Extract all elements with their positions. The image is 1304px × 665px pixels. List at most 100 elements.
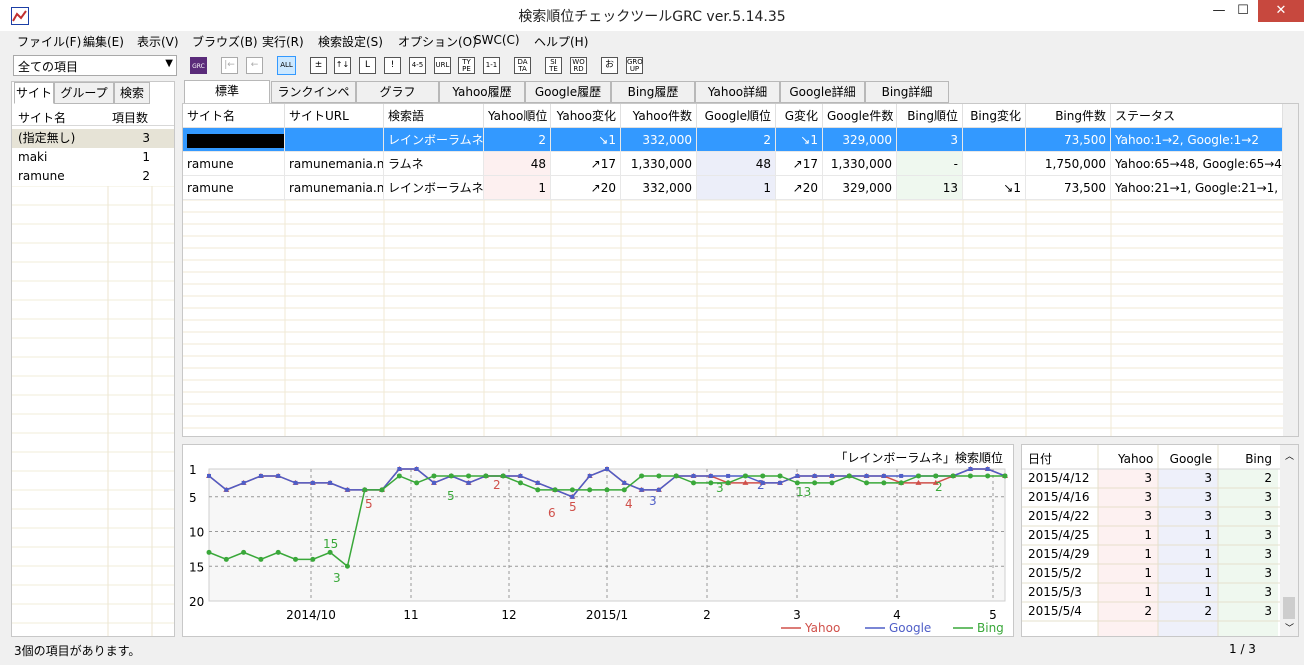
filter-select-value: 全ての項目: [18, 60, 79, 74]
data-point-bing: [275, 549, 281, 555]
column-google-rank[interactable]: Google順位: [697, 104, 776, 128]
y-tick-label: 1: [189, 463, 197, 477]
table-scrollbar[interactable]: [1283, 104, 1298, 436]
data-button[interactable]: DA TA: [514, 57, 531, 74]
column-yahoo-change[interactable]: Yahoo変化: [551, 104, 621, 128]
data-point-bing: [552, 487, 558, 493]
data-label: 4: [625, 497, 633, 511]
all-button[interactable]: ALL: [277, 56, 296, 75]
first-button[interactable]: |←: [221, 57, 238, 74]
alert-button[interactable]: !: [384, 57, 401, 74]
history-cell: 2: [1264, 471, 1272, 485]
one-one-button[interactable]: 1-1: [483, 57, 500, 74]
data-point-google: [985, 467, 990, 471]
history-cell: 1: [1204, 566, 1212, 580]
data-point-bing: [812, 480, 818, 486]
menu-file[interactable]: ファイル(F): [17, 33, 81, 50]
toolbar: 全ての項目 ▼ GRC |← ← ALL ± ↑↓ L ! 4-5 URL TY…: [0, 51, 1304, 79]
menu-swc[interactable]: SWC(C): [474, 33, 520, 47]
scroll-up-icon[interactable]: ︿: [1285, 449, 1294, 462]
url-button[interactable]: URL: [434, 57, 451, 74]
group-button[interactable]: GRO UP: [626, 57, 643, 74]
type-button[interactable]: TY PE: [458, 57, 475, 74]
data-point-google: [812, 473, 817, 478]
data-point-google: [276, 473, 281, 478]
list-item[interactable]: maki 1: [12, 148, 174, 167]
data-point-bing: [708, 480, 714, 486]
tab-google-detail[interactable]: Google詳細: [780, 81, 865, 103]
tab-bing-detail[interactable]: Bing詳細: [865, 81, 949, 103]
data-point-bing: [656, 473, 662, 479]
tab-graph[interactable]: グラフ: [356, 81, 439, 103]
column-google-change[interactable]: G変化: [776, 104, 823, 128]
history-cell: 2015/4/29: [1028, 547, 1090, 561]
tab-search[interactable]: 検索: [114, 82, 150, 104]
data-point-bing: [881, 480, 887, 486]
rank-change-button[interactable]: ↑↓: [334, 57, 351, 74]
data-label: 3: [333, 571, 341, 585]
history-cell: 3: [1264, 528, 1272, 542]
tab-group[interactable]: グループ: [54, 82, 114, 104]
close-button[interactable]: ✕: [1258, 0, 1304, 22]
x-tick-label: 5: [989, 608, 997, 622]
tab-bing-history[interactable]: Bing履歴: [611, 81, 695, 103]
data-point-bing: [742, 473, 748, 479]
x-tick-label: 4: [893, 608, 901, 622]
column-site-url[interactable]: サイトURL: [285, 104, 384, 128]
prev-button[interactable]: ←: [246, 57, 263, 74]
rank-up-button[interactable]: ±: [310, 57, 327, 74]
column-item-count[interactable]: 項目数: [112, 109, 148, 126]
tab-standard[interactable]: 標準: [184, 80, 270, 104]
column-bing-change[interactable]: Bing変化: [963, 104, 1026, 128]
word-button[interactable]: WO RD: [570, 57, 587, 74]
site-list-header: サイト名 項目数: [12, 106, 174, 126]
scroll-thumb[interactable]: [1283, 597, 1295, 619]
data-point-google: [207, 473, 211, 478]
tab-rank-in-page[interactable]: ランクインページ: [271, 81, 356, 119]
menu-browse[interactable]: ブラウズ(B): [192, 33, 258, 50]
menu-help[interactable]: ヘルプ(H): [534, 33, 588, 50]
menu-view[interactable]: 表示(V): [137, 33, 179, 50]
column-bing-rank[interactable]: Bing順位: [897, 104, 963, 128]
tab-google-history[interactable]: Google履歴: [525, 81, 611, 103]
history-scrollbar[interactable]: ︿ ﹀: [1280, 445, 1298, 636]
data-point-google: [518, 473, 523, 478]
column-bing-count[interactable]: Bing件数: [1026, 104, 1111, 128]
column-status[interactable]: ステータス: [1111, 104, 1283, 128]
data-point-bing: [829, 480, 835, 486]
column-keyword[interactable]: 検索語: [384, 104, 484, 128]
data-point-google: [829, 473, 834, 478]
menu-run[interactable]: 実行(R): [262, 33, 304, 50]
history-cell: 2015/4/16: [1028, 490, 1090, 504]
column-yahoo-rank[interactable]: Yahoo順位: [484, 104, 551, 128]
data-point-google: [397, 467, 402, 471]
menu-search-settings[interactable]: 検索設定(S): [318, 33, 383, 50]
list-item[interactable]: (指定無し) 3: [12, 129, 174, 148]
tab-yahoo-history[interactable]: Yahoo履歴: [439, 81, 525, 103]
data-point-bing: [1002, 473, 1008, 479]
scroll-down-icon[interactable]: ﹀: [1285, 621, 1294, 634]
history-cell: 2: [1144, 604, 1152, 618]
data-point-bing: [241, 549, 247, 555]
history-cell: 1: [1144, 585, 1152, 599]
data-point-bing: [293, 556, 299, 562]
tab-site[interactable]: サイト: [14, 82, 54, 104]
data-point-bing: [483, 473, 489, 479]
list-item[interactable]: ramune 2: [12, 167, 174, 186]
menu-options[interactable]: オプション(O): [398, 33, 477, 50]
menu-edit[interactable]: 編集(E): [83, 33, 124, 50]
tab-yahoo-detail[interactable]: Yahoo詳細: [695, 81, 780, 103]
column-google-count[interactable]: Google件数: [823, 104, 897, 128]
data-point-google: [293, 480, 298, 485]
range-button[interactable]: 4-5: [409, 57, 426, 74]
column-yahoo-count[interactable]: Yahoo件数: [621, 104, 697, 128]
grc-button[interactable]: GRC: [190, 57, 207, 74]
l-button[interactable]: L: [359, 57, 376, 74]
column-site-name[interactable]: サイト名: [18, 109, 66, 126]
filter-select[interactable]: 全ての項目 ▼: [13, 55, 177, 76]
site-button[interactable]: SI TE: [545, 57, 562, 74]
o-button[interactable]: お: [601, 57, 618, 74]
x-tick-label: 11: [403, 608, 418, 622]
column-site-name[interactable]: サイト名: [183, 104, 285, 128]
history-cell: 2015/4/22: [1028, 509, 1090, 523]
